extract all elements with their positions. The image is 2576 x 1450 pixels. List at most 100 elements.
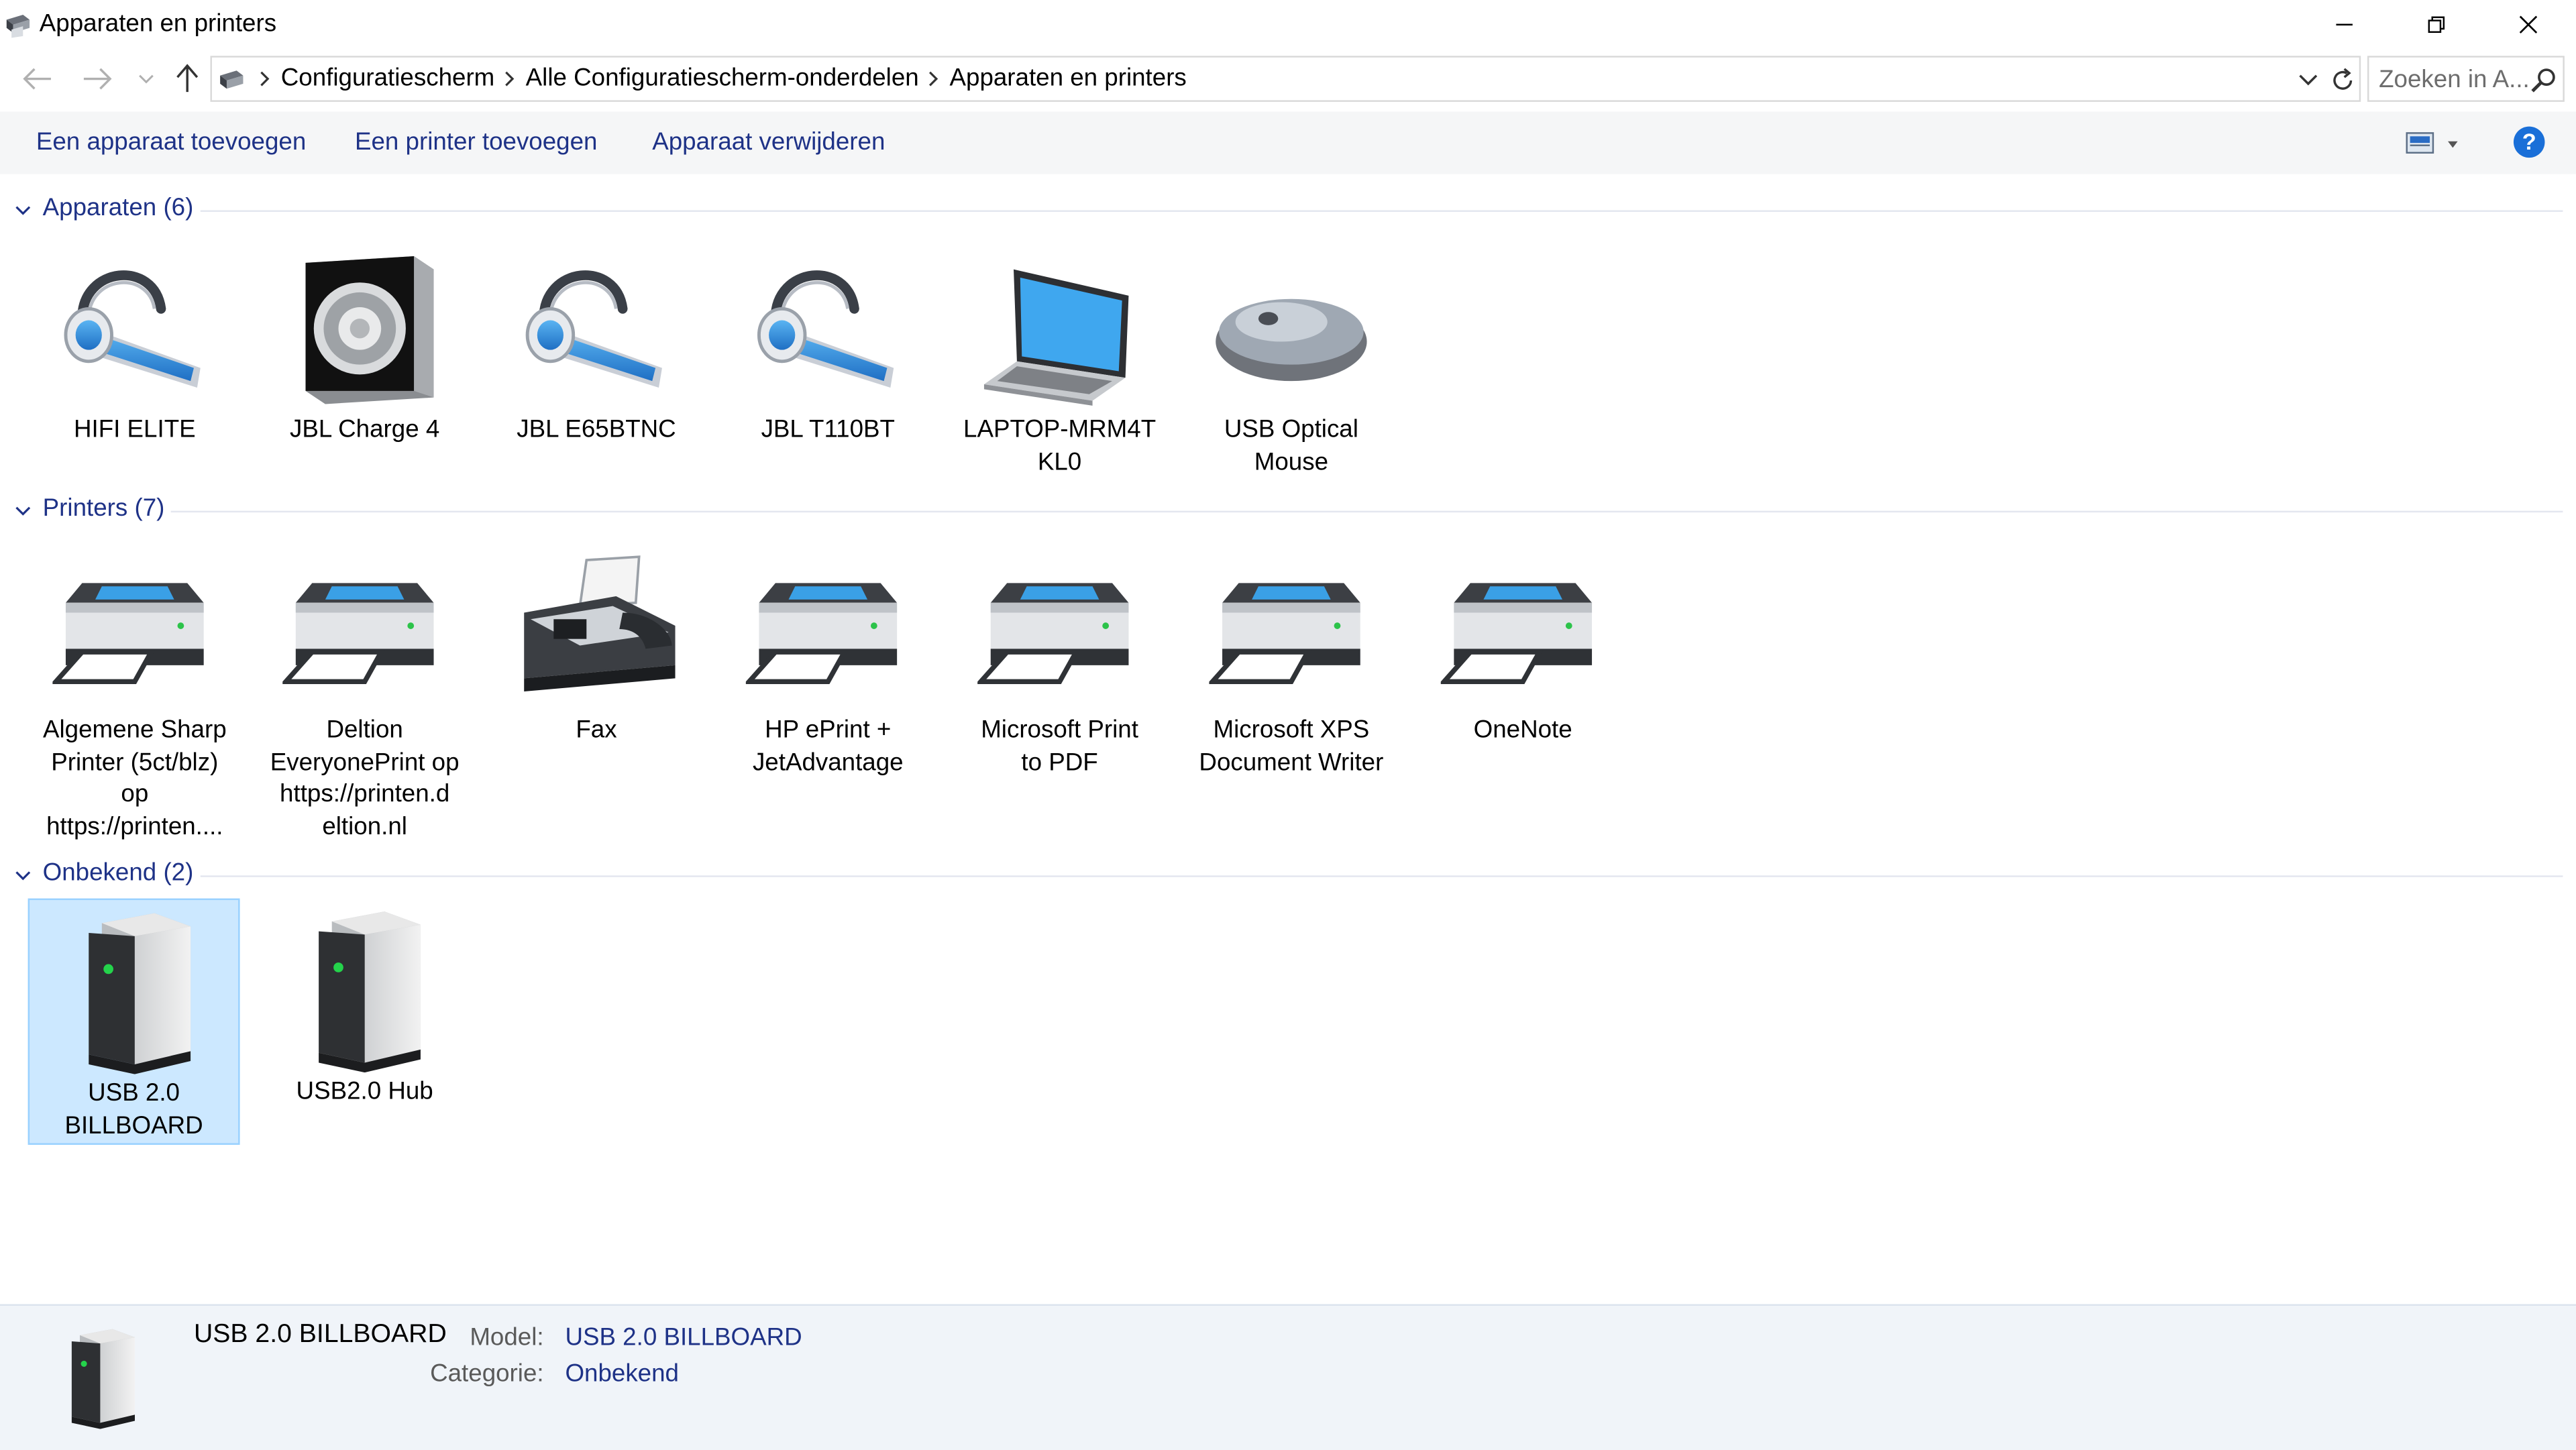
device-label: USB 2.0 BILLBOARD — [64, 1078, 203, 1139]
device-label: USB2.0 Hub — [296, 1077, 433, 1106]
printer-label: Microsoft Print to PDF — [981, 716, 1138, 777]
device-item-jbl-t110bt[interactable]: JBL T110BT — [723, 246, 933, 476]
printer-item-ms-print-to-pdf[interactable]: Microsoft Print to PDF — [955, 547, 1165, 777]
search-input[interactable]: Zoeken in A... — [2367, 56, 2565, 102]
group-title-printers: Printers (7) — [42, 494, 165, 522]
minimize-button[interactable] — [2298, 0, 2390, 49]
device-item-usb-optical-mouse[interactable]: USB Optical Mouse — [1186, 246, 1396, 476]
chevron-down-icon — [15, 206, 31, 215]
restore-icon — [2428, 16, 2445, 33]
details-model-value: USB 2.0 BILLBOARD — [565, 1323, 802, 1352]
command-bar: Een apparaat toevoegen Een printer toevo… — [0, 111, 2576, 174]
arrow-right-icon — [83, 68, 112, 90]
printer-label: Algemene Sharp Printer (5ct/blz) op https:/… — [42, 716, 227, 840]
device-item-laptop[interactable]: LAPTOP-MRM4T KL0 — [955, 246, 1165, 476]
refresh-icon[interactable] — [2330, 67, 2356, 93]
printer-icon — [52, 547, 217, 712]
group-header-unknown[interactable]: Onbekend (2) — [13, 859, 2563, 892]
printer-label: OneNote — [1473, 716, 1572, 744]
unknown-item-usb-hub[interactable]: USB2.0 Hub — [260, 908, 470, 1138]
close-button[interactable] — [2482, 0, 2574, 49]
printer-icon — [977, 547, 1142, 712]
printer-label: HP ePrint + JetAdvantage — [752, 716, 904, 777]
headset-icon — [515, 246, 679, 410]
fax-icon — [515, 547, 679, 712]
control-panel-icon — [220, 70, 244, 89]
devices-and-printers-window: Apparaten en printers Configuratiescherm… — [0, 0, 2576, 1450]
restore-button[interactable] — [2390, 0, 2482, 49]
printer-label: Fax — [576, 716, 617, 744]
back-button[interactable] — [19, 62, 56, 95]
arrow-up-icon — [176, 64, 199, 93]
device-label: JBL E65BTNC — [517, 415, 676, 444]
details-category-label: Categorie: — [430, 1359, 544, 1388]
minimize-icon — [2336, 23, 2353, 25]
breadcrumb-chevron-icon — [505, 71, 515, 87]
breadcrumb-all-items[interactable]: Alle Configuratiescherm-onderdelen — [526, 64, 919, 93]
laptop-icon — [977, 246, 1142, 410]
device-item-jbl-charge-4[interactable]: JBL Charge 4 — [260, 246, 470, 476]
printer-label: Microsoft XPS Document Writer — [1199, 716, 1384, 777]
remove-device-button[interactable]: Apparaat verwijderen — [652, 128, 885, 156]
printer-item-ms-xps[interactable]: Microsoft XPS Document Writer — [1186, 547, 1396, 777]
printer-icon — [1441, 547, 1605, 712]
change-view-icon[interactable] — [2405, 131, 2438, 154]
usb-box-icon — [282, 908, 447, 1072]
device-label: JBL Charge 4 — [290, 415, 440, 444]
device-label: USB Optical Mouse — [1224, 415, 1358, 476]
details-category-value: Onbekend — [565, 1359, 680, 1388]
arrow-left-icon — [23, 68, 51, 90]
devices-and-printers-icon — [6, 15, 30, 38]
printer-icon — [282, 547, 447, 712]
title-bar: Apparaten en printers — [0, 0, 2576, 49]
usb-box-icon — [52, 910, 217, 1074]
details-pane: USB 2.0 BILLBOARD Model: USB 2.0 BILLBOA… — [0, 1304, 2576, 1450]
group-divider — [170, 510, 2563, 513]
search-placeholder: Zoeken in A... — [2379, 65, 2530, 94]
headset-icon — [52, 246, 217, 410]
address-bar[interactable]: Configuratiescherm Alle Configuratiesche… — [210, 56, 2361, 102]
printer-item-hp-eprint[interactable]: HP ePrint + JetAdvantage — [723, 547, 933, 777]
chevron-down-icon — [15, 871, 31, 881]
group-header-devices[interactable]: Apparaten (6) — [13, 194, 2563, 227]
headset-icon — [746, 246, 910, 410]
help-button[interactable]: ? — [2513, 126, 2545, 158]
printer-item-fax[interactable]: Fax — [491, 547, 701, 777]
group-title-devices: Apparaten (6) — [42, 193, 194, 222]
address-dropdown-icon[interactable] — [2298, 72, 2318, 87]
device-item-jbl-e65btnc[interactable]: JBL E65BTNC — [491, 246, 701, 476]
breadcrumb-devices-printers[interactable]: Apparaten en printers — [950, 64, 1187, 93]
up-button[interactable] — [169, 62, 205, 95]
group-header-printers[interactable]: Printers (7) — [13, 494, 2563, 527]
usb-box-icon — [49, 1319, 151, 1437]
printer-item-deltion[interactable]: Deltion EveryonePrint op https://printen.d… — [260, 547, 470, 843]
printer-item-sharp[interactable]: Algemene Sharp Printer (5ct/blz) op https:/… — [30, 547, 239, 843]
breadcrumb-chevron-icon — [260, 71, 270, 87]
printer-icon — [746, 547, 910, 712]
group-title-unknown: Onbekend (2) — [42, 858, 194, 887]
window-title: Apparaten en printers — [39, 9, 277, 38]
chevron-down-icon — [15, 506, 31, 516]
speaker-icon — [282, 246, 447, 410]
view-options-dropdown-icon[interactable] — [2447, 141, 2458, 148]
printer-icon — [1209, 547, 1373, 712]
device-label: JBL T110BT — [761, 415, 896, 444]
breadcrumb-control-panel[interactable]: Configuratiescherm — [281, 64, 495, 93]
breadcrumb-chevron-icon — [928, 71, 938, 87]
printer-label: Deltion EveryonePrint op https://printen.d… — [270, 716, 460, 840]
details-device-name: USB 2.0 BILLBOARD — [193, 1320, 447, 1349]
device-label: LAPTOP-MRM4T KL0 — [963, 415, 1157, 476]
navigation-bar: Configuratiescherm Alle Configuratiesche… — [0, 52, 2576, 105]
close-icon — [2519, 15, 2538, 34]
unknown-item-usb-billboard[interactable]: USB 2.0 BILLBOARD — [28, 898, 240, 1145]
recent-locations-button[interactable] — [128, 62, 164, 95]
mouse-icon — [1209, 246, 1373, 410]
add-device-button[interactable]: Een apparaat toevoegen — [36, 128, 306, 156]
add-printer-button[interactable]: Een printer toevoegen — [355, 128, 597, 156]
forward-button[interactable] — [79, 62, 115, 95]
chevron-down-icon — [139, 74, 154, 84]
device-item-hifi-elite[interactable]: HIFI ELITE — [30, 246, 239, 476]
group-divider — [200, 210, 2563, 212]
printer-item-onenote[interactable]: OneNote — [1417, 547, 1627, 777]
device-label: HIFI ELITE — [73, 415, 196, 444]
